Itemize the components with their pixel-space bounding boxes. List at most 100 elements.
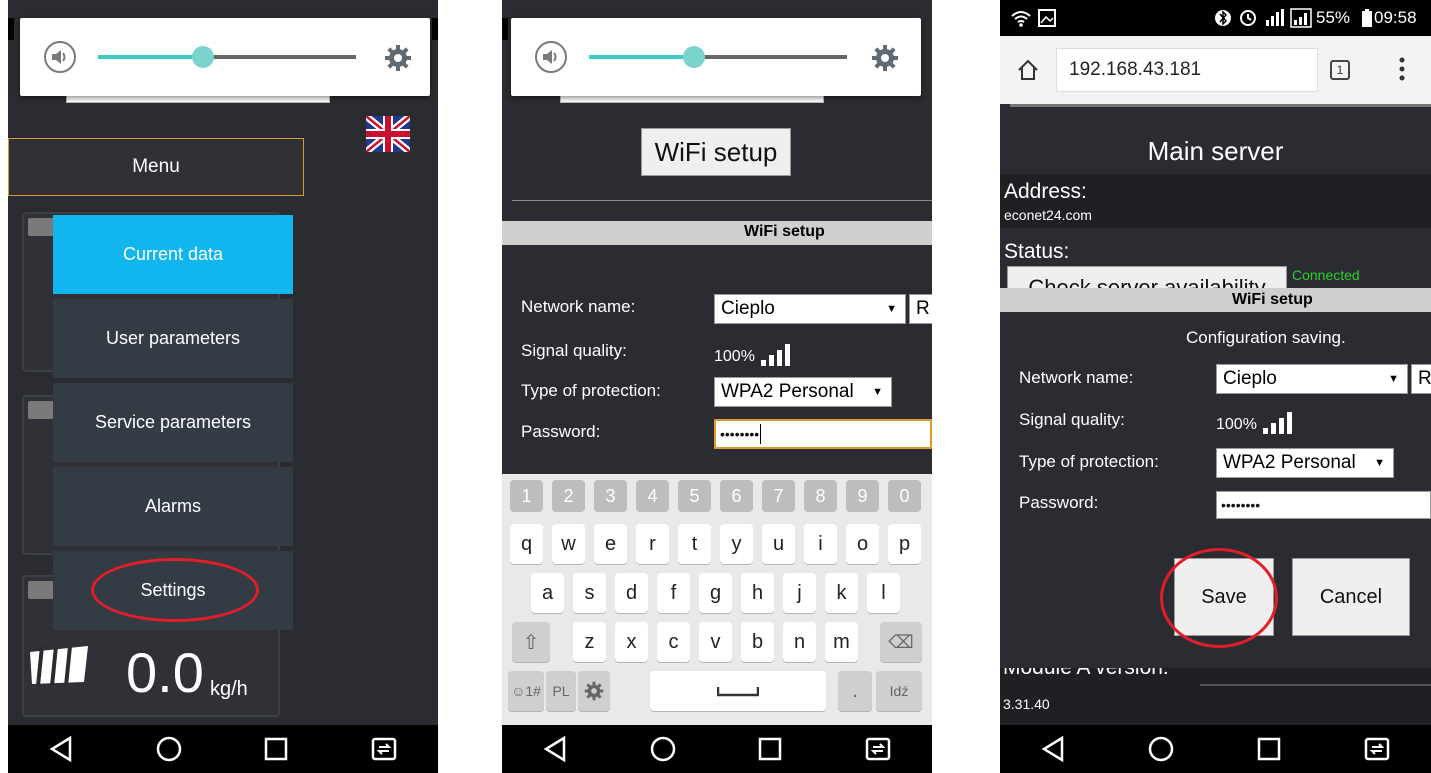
letter-key-w[interactable]: w bbox=[552, 524, 585, 564]
letter-key-x[interactable]: x bbox=[615, 622, 648, 662]
back-icon[interactable] bbox=[48, 736, 74, 762]
letter-key-f[interactable]: f bbox=[657, 573, 690, 613]
menu-item-settings[interactable]: Settings bbox=[53, 551, 293, 630]
refresh-button[interactable]: R bbox=[1411, 364, 1431, 394]
uk-flag-icon[interactable] bbox=[366, 116, 410, 152]
fuel-feeder-icon bbox=[30, 645, 88, 686]
letter-key-d[interactable]: d bbox=[615, 573, 648, 613]
letter-key-o[interactable]: o bbox=[846, 524, 879, 564]
password-label: Password: bbox=[1019, 493, 1099, 512]
recents-icon[interactable] bbox=[1256, 736, 1282, 762]
lte-signal-icon bbox=[1266, 9, 1284, 26]
shift-key[interactable]: ⇧ bbox=[512, 622, 550, 662]
protection-select[interactable]: WPA2 Personal ▼ bbox=[714, 377, 892, 407]
chevron-down-icon: ▼ bbox=[1388, 373, 1399, 385]
back-icon[interactable] bbox=[542, 736, 568, 762]
space-key[interactable] bbox=[650, 671, 826, 711]
number-key-3[interactable]: 3 bbox=[594, 480, 627, 512]
number-key-1[interactable]: 1 bbox=[510, 480, 543, 512]
letter-key-l[interactable]: l bbox=[867, 573, 900, 613]
letter-key-k[interactable]: k bbox=[825, 573, 858, 613]
enter-key[interactable]: Idź bbox=[876, 671, 922, 711]
letter-key-h[interactable]: h bbox=[741, 573, 774, 613]
password-field[interactable]: •••••••• bbox=[1216, 491, 1431, 519]
url-field[interactable]: 192.168.43.181 bbox=[1056, 48, 1318, 92]
language-key[interactable]: PL bbox=[546, 671, 576, 711]
phone-wifi-setup-screen: WiFi setup WiFi setup Network name: Ciep… bbox=[502, 0, 932, 773]
tabs-button[interactable]: 1 bbox=[1330, 60, 1350, 80]
dot-key[interactable]: . bbox=[838, 671, 872, 711]
letter-key-s[interactable]: s bbox=[573, 573, 606, 613]
letter-key-b[interactable]: b bbox=[741, 622, 774, 662]
letter-key-e[interactable]: e bbox=[594, 524, 627, 564]
keyboard-settings-key[interactable] bbox=[578, 671, 610, 711]
cancel-button[interactable]: Cancel bbox=[1292, 558, 1410, 636]
network-select[interactable]: Cieplo ▼ bbox=[1216, 364, 1408, 394]
volume-slider[interactable] bbox=[589, 46, 847, 68]
recents-icon[interactable] bbox=[757, 736, 783, 762]
speaker-icon[interactable] bbox=[535, 41, 567, 73]
menu-item-user-parameters[interactable]: User parameters bbox=[53, 299, 293, 378]
status-time: 09:58 bbox=[1374, 8, 1417, 27]
back-icon[interactable] bbox=[1040, 736, 1066, 762]
recents-icon[interactable] bbox=[263, 736, 289, 762]
number-key-4[interactable]: 4 bbox=[636, 480, 669, 512]
saving-message: Configuration saving. bbox=[1186, 328, 1346, 347]
letter-key-t[interactable]: t bbox=[678, 524, 711, 564]
home-icon[interactable] bbox=[1147, 735, 1175, 763]
number-key-0[interactable]: 0 bbox=[888, 480, 921, 512]
letter-key-u[interactable]: u bbox=[762, 524, 795, 564]
switch-app-icon[interactable] bbox=[1363, 735, 1391, 763]
number-key-7[interactable]: 7 bbox=[762, 480, 795, 512]
signal-quality-label: Signal quality: bbox=[1019, 410, 1125, 429]
letter-key-c[interactable]: c bbox=[657, 622, 690, 662]
letter-key-j[interactable]: j bbox=[783, 573, 816, 613]
check-server-button[interactable]: Check server availability bbox=[1007, 266, 1287, 288]
letter-key-q[interactable]: q bbox=[510, 524, 543, 564]
connected-status: Connected bbox=[1292, 267, 1360, 283]
letter-key-z[interactable]: z bbox=[573, 622, 606, 662]
fuel-unit: kg/h bbox=[210, 678, 248, 700]
menu-item-service-parameters[interactable]: Service parameters bbox=[53, 383, 293, 462]
wifi-setup-button[interactable]: WiFi setup bbox=[641, 128, 791, 176]
number-key-5[interactable]: 5 bbox=[678, 480, 711, 512]
volume-slider-knob[interactable] bbox=[683, 46, 705, 68]
switch-app-icon[interactable] bbox=[370, 735, 398, 763]
letter-key-y[interactable]: y bbox=[720, 524, 753, 564]
menu-item-current-data[interactable]: Current data bbox=[53, 215, 293, 294]
home-icon[interactable] bbox=[649, 735, 677, 763]
volume-slider[interactable] bbox=[98, 46, 356, 68]
number-key-2[interactable]: 2 bbox=[552, 480, 585, 512]
backspace-key[interactable]: ⌫ bbox=[880, 622, 922, 662]
volume-panel bbox=[511, 18, 921, 96]
letter-key-m[interactable]: m bbox=[825, 622, 858, 662]
letter-key-r[interactable]: r bbox=[636, 524, 669, 564]
letter-key-i[interactable]: i bbox=[804, 524, 837, 564]
refresh-button[interactable]: R bbox=[909, 294, 932, 324]
switch-app-icon[interactable] bbox=[864, 735, 892, 763]
speaker-icon[interactable] bbox=[44, 41, 76, 73]
number-key-8[interactable]: 8 bbox=[804, 480, 837, 512]
volume-panel bbox=[20, 18, 430, 96]
letter-key-p[interactable]: p bbox=[888, 524, 921, 564]
password-field[interactable]: •••••••• bbox=[714, 419, 932, 449]
letter-key-g[interactable]: g bbox=[699, 573, 732, 613]
more-vert-icon[interactable] bbox=[1398, 56, 1406, 82]
protection-type-label: Type of protection: bbox=[1019, 452, 1159, 471]
gear-icon[interactable] bbox=[871, 44, 899, 72]
home-icon[interactable] bbox=[1016, 58, 1040, 82]
save-button[interactable]: Save bbox=[1174, 558, 1274, 636]
menu-button[interactable]: Menu bbox=[8, 138, 304, 196]
number-key-9[interactable]: 9 bbox=[846, 480, 879, 512]
protection-select[interactable]: WPA2 Personal ▼ bbox=[1216, 448, 1394, 478]
network-select[interactable]: Cieplo ▼ bbox=[714, 294, 906, 324]
home-icon[interactable] bbox=[155, 735, 183, 763]
menu-item-alarms[interactable]: Alarms bbox=[53, 467, 293, 546]
gear-icon[interactable] bbox=[384, 44, 412, 72]
number-key-6[interactable]: 6 bbox=[720, 480, 753, 512]
letter-key-v[interactable]: v bbox=[699, 622, 732, 662]
volume-slider-knob[interactable] bbox=[192, 46, 214, 68]
letter-key-n[interactable]: n bbox=[783, 622, 816, 662]
symbols-key[interactable]: ☺1# bbox=[508, 671, 544, 711]
letter-key-a[interactable]: a bbox=[531, 573, 564, 613]
